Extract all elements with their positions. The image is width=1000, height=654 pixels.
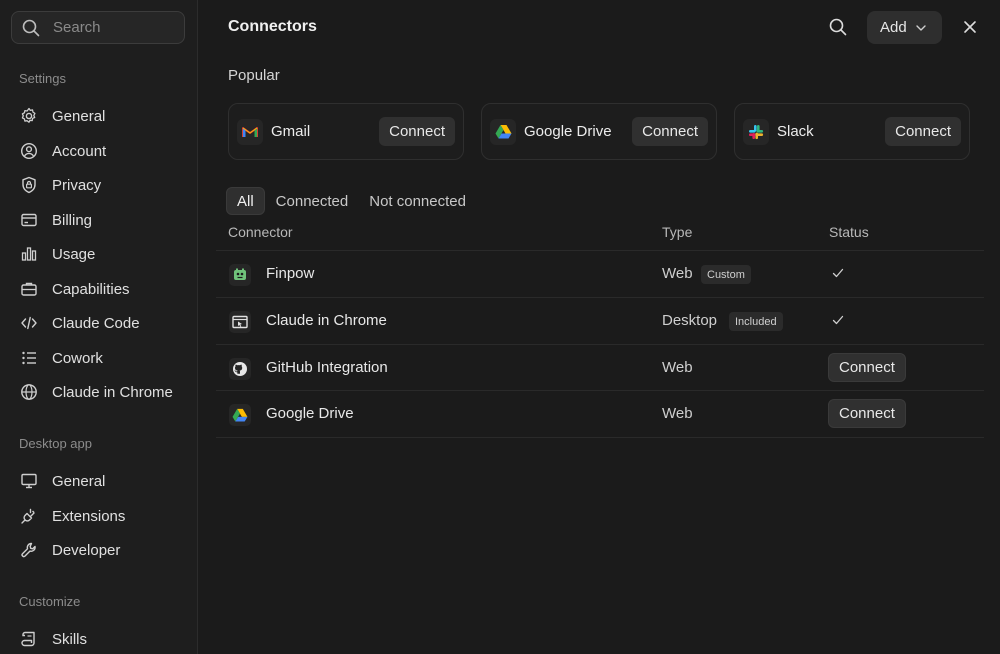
sidebar-item-label: Skills <box>52 630 88 648</box>
filter-tab-not-connected[interactable]: Not connected <box>359 187 476 215</box>
sidebar-item-label: Claude in Chrome <box>52 383 173 401</box>
section-label-desktop-app: Desktop app <box>19 436 92 451</box>
search-button[interactable] <box>826 15 850 39</box>
shield-lock-icon <box>19 175 39 195</box>
globe-icon <box>19 382 39 402</box>
connector-name: Claude in Chrome <box>266 312 387 329</box>
popular-card-name: Google Drive <box>524 123 612 140</box>
popular-card-name: Slack <box>777 123 814 140</box>
table-row[interactable]: GitHub Integration Web Connect <box>216 344 984 391</box>
sidebar-item-label: General <box>52 107 106 125</box>
wrench-icon <box>19 540 39 560</box>
close-button[interactable] <box>960 17 980 37</box>
connect-button[interactable]: Connect <box>632 117 708 146</box>
sidebar-item-cowork[interactable]: Cowork <box>19 346 103 370</box>
connector-name: Finpow <box>266 265 315 282</box>
table-row[interactable]: Finpow Web Custom <box>216 250 984 297</box>
code-icon <box>19 313 39 333</box>
google-drive-icon <box>490 118 516 145</box>
sidebar-item-desktop-general[interactable]: General <box>19 469 105 493</box>
sidebar: Search Settings General Account Privacy … <box>0 0 198 654</box>
section-label-settings: Settings <box>19 71 66 86</box>
search-placeholder: Search <box>53 19 101 36</box>
popular-card-gmail: Gmail Connect <box>228 103 464 160</box>
popular-card-slack: Slack Connect <box>734 103 970 160</box>
section-label-customize: Customize <box>19 594 81 609</box>
column-header-connector: Connector <box>228 224 293 240</box>
sidebar-item-label: Billing <box>52 211 93 229</box>
search-icon <box>829 18 847 36</box>
connector-name: GitHub Integration <box>266 359 388 376</box>
sidebar-item-label: Account <box>52 142 107 160</box>
github-icon <box>229 358 251 380</box>
sidebar-item-account[interactable]: Account <box>19 139 106 163</box>
sidebar-item-label: Developer <box>52 541 121 559</box>
connect-button[interactable]: Connect <box>379 117 455 146</box>
slack-icon <box>743 118 769 145</box>
add-button-label: Add <box>880 19 907 36</box>
popular-heading: Popular <box>228 67 280 84</box>
sidebar-item-billing[interactable]: Billing <box>19 208 92 232</box>
connector-type: Web <box>662 359 693 376</box>
sidebar-item-label: Capabilities <box>52 280 130 298</box>
table-row[interactable]: Google Drive Web Connect <box>216 390 984 437</box>
sidebar-item-skills[interactable]: Skills <box>19 627 87 651</box>
credit-card-icon <box>19 210 39 230</box>
briefcase-icon <box>19 279 39 299</box>
table-row[interactable]: Claude in Chrome Desktop Included <box>216 297 984 344</box>
scroll-icon <box>19 629 39 649</box>
sidebar-item-privacy[interactable]: Privacy <box>19 173 101 197</box>
filter-tabs: All Connected Not connected <box>226 187 477 215</box>
table-divider <box>216 437 984 438</box>
sidebar-item-label: Usage <box>52 245 96 263</box>
filter-tab-connected[interactable]: Connected <box>266 187 359 215</box>
column-header-type: Type <box>662 224 693 240</box>
sidebar-item-claude-in-chrome[interactable]: Claude in Chrome <box>19 380 173 404</box>
included-badge: Included <box>729 312 783 331</box>
sidebar-item-extensions[interactable]: Extensions <box>19 504 125 528</box>
chrome-extension-icon <box>229 311 251 333</box>
sidebar-item-label: Claude Code <box>52 314 140 332</box>
connector-type: Web <box>662 405 693 422</box>
gear-icon <box>19 106 39 126</box>
sidebar-item-label: Cowork <box>52 349 103 367</box>
sidebar-item-general[interactable]: General <box>19 104 105 128</box>
custom-badge: Custom <box>701 265 751 284</box>
search-input[interactable]: Search <box>11 11 185 44</box>
chevron-down-icon <box>915 22 927 34</box>
connect-button[interactable]: Connect <box>828 399 906 428</box>
monitor-icon <box>19 471 39 491</box>
plug-icon <box>19 506 39 526</box>
google-drive-icon <box>229 404 251 426</box>
check-icon <box>832 267 844 279</box>
add-button[interactable]: Add <box>867 11 942 44</box>
sidebar-item-usage[interactable]: Usage <box>19 242 95 266</box>
gmail-icon <box>237 118 263 145</box>
search-icon <box>21 18 41 38</box>
connect-button[interactable]: Connect <box>828 353 906 382</box>
filter-tab-all[interactable]: All <box>226 187 265 215</box>
connect-button[interactable]: Connect <box>885 117 961 146</box>
popular-card-google-drive: Google Drive Connect <box>481 103 717 160</box>
sidebar-item-claude-code[interactable]: Claude Code <box>19 311 140 335</box>
sidebar-item-label: Privacy <box>52 176 102 194</box>
sidebar-item-developer[interactable]: Developer <box>19 538 120 562</box>
page-title: Connectors <box>228 18 317 35</box>
list-icon <box>19 348 39 368</box>
check-icon <box>832 314 844 326</box>
column-header-status: Status <box>829 224 869 240</box>
user-circle-icon <box>19 141 39 161</box>
popular-card-name: Gmail <box>271 123 311 140</box>
close-icon <box>963 20 977 34</box>
connector-type: Web <box>662 265 693 282</box>
bar-chart-icon <box>19 244 39 264</box>
finpow-icon <box>229 264 251 286</box>
connector-name: Google Drive <box>266 405 354 422</box>
sidebar-item-capabilities[interactable]: Capabilities <box>19 277 130 301</box>
connector-type: Desktop <box>662 312 718 329</box>
sidebar-item-label: Extensions <box>52 507 126 525</box>
sidebar-item-label: General <box>52 472 106 490</box>
